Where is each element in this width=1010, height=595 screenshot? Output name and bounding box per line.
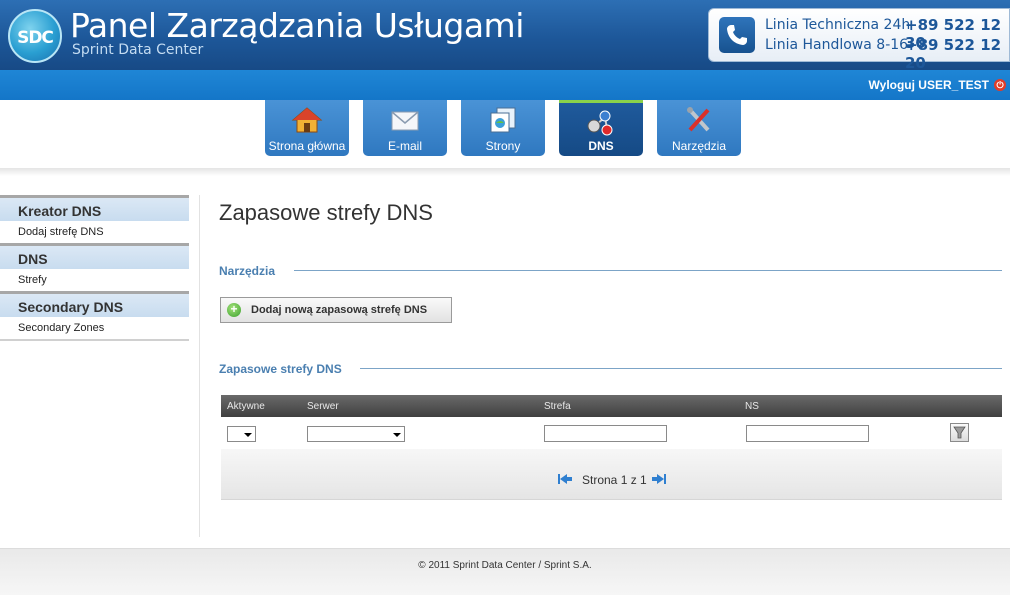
sidebar-section-secondary-dns: Secondary DNS xyxy=(0,291,189,317)
dns-network-icon xyxy=(587,110,613,136)
grid-pager-bar: Strona 1 z 1 xyxy=(221,449,1002,500)
chevron-down-icon xyxy=(393,433,401,437)
sidebar-item-zones[interactable]: Strefy xyxy=(0,269,189,291)
column-header-server[interactable]: Serwer xyxy=(307,401,339,412)
power-icon: ⏻ xyxy=(994,79,1006,91)
column-header-active[interactable]: Aktywne xyxy=(227,401,265,412)
sales-line-number: +89 522 12 20 xyxy=(905,36,1002,72)
logout-link[interactable]: Wyloguj USER_TEST ⏻ xyxy=(869,78,1006,92)
last-page-icon[interactable] xyxy=(651,472,667,486)
plus-icon: + xyxy=(227,303,241,317)
tools-section-title: Narzędzia xyxy=(219,264,276,278)
nav-tab-label: Narzędzia xyxy=(671,139,727,153)
nav-tab-pages[interactable]: Strony xyxy=(461,100,545,156)
pager: Strona 1 z 1 xyxy=(557,471,667,487)
page-title: Zapasowe strefy DNS xyxy=(219,200,433,225)
sidebar-section-dns: DNS xyxy=(0,243,189,269)
add-secondary-zone-button[interactable]: + Dodaj nową zapasową strefę DNS xyxy=(220,297,452,323)
nav-tab-label: E-mail xyxy=(387,139,422,153)
sdc-logo: SDC xyxy=(8,9,62,63)
home-icon xyxy=(291,107,323,133)
copyright-text: © 2011 Sprint Data Center / Sprint S.A. xyxy=(418,560,592,571)
user-bar: Wyloguj USER_TEST ⏻ xyxy=(0,70,1010,100)
pages-icon xyxy=(490,107,516,133)
nav-shadow xyxy=(0,168,1010,176)
nav-tab-label: Strona główna xyxy=(268,139,346,153)
grid-section-rule xyxy=(360,368,1002,369)
sidebar-section-dns-wizard: Kreator DNS xyxy=(0,195,189,221)
first-page-icon[interactable] xyxy=(557,472,573,486)
sidebar: Kreator DNS Dodaj strefę DNS DNS Strefy … xyxy=(0,195,189,341)
content-divider xyxy=(199,195,200,537)
grid-filter-row xyxy=(221,417,1002,449)
envelope-icon xyxy=(391,111,419,131)
server-filter-select[interactable] xyxy=(307,426,405,442)
chevron-down-icon xyxy=(244,433,252,437)
nav-tab-tools[interactable]: Narzędzia xyxy=(657,100,741,156)
logout-label: Wyloguj USER_TEST xyxy=(868,78,989,92)
nav-tab-label: Strony xyxy=(485,139,521,153)
nav-tab-dns[interactable]: DNS xyxy=(559,100,643,156)
tools-section-rule xyxy=(294,270,1002,271)
column-header-ns[interactable]: NS xyxy=(745,401,759,412)
tools-icon xyxy=(687,107,710,132)
add-button-label: Dodaj nową zapasową strefę DNS xyxy=(251,304,428,316)
app-header: SDC Panel Zarządzania Usługami Sprint Da… xyxy=(0,0,1010,72)
ns-filter-input[interactable] xyxy=(746,425,869,442)
sidebar-item-add-dns-zone[interactable]: Dodaj strefę DNS xyxy=(0,221,189,243)
grid-header: Aktywne Serwer Strefa NS xyxy=(221,395,1002,417)
nav-tab-email[interactable]: E-mail xyxy=(363,100,447,156)
zone-filter-input[interactable] xyxy=(544,425,667,442)
sales-line-label: Linia Handlowa 8-16 xyxy=(765,37,909,53)
pager-label: Strona 1 z 1 xyxy=(582,473,647,487)
column-header-zone[interactable]: Strefa xyxy=(544,401,571,412)
sidebar-item-secondary-zones[interactable]: Secondary Zones xyxy=(0,317,189,339)
nav-tab-home[interactable]: Strona główna xyxy=(265,100,349,156)
grid-section-title: Zapasowe strefy DNS xyxy=(219,362,342,376)
active-filter-select[interactable] xyxy=(227,426,256,442)
sidebar-divider xyxy=(0,339,189,341)
app-subtitle: Sprint Data Center xyxy=(72,42,204,58)
contact-phones: Linia Techniczna 24h +89 522 12 30 Linia… xyxy=(708,8,1010,72)
logo-text: SDC xyxy=(17,28,54,48)
app-title: Panel Zarządzania Usługami xyxy=(70,6,524,45)
nav-tab-label: DNS xyxy=(588,139,614,153)
tech-line-label: Linia Techniczna 24h xyxy=(765,17,911,33)
funnel-icon xyxy=(953,426,966,439)
page-footer: © 2011 Sprint Data Center / Sprint S.A. xyxy=(0,548,1010,595)
phone-icon xyxy=(719,17,755,53)
filter-button[interactable] xyxy=(950,423,969,442)
